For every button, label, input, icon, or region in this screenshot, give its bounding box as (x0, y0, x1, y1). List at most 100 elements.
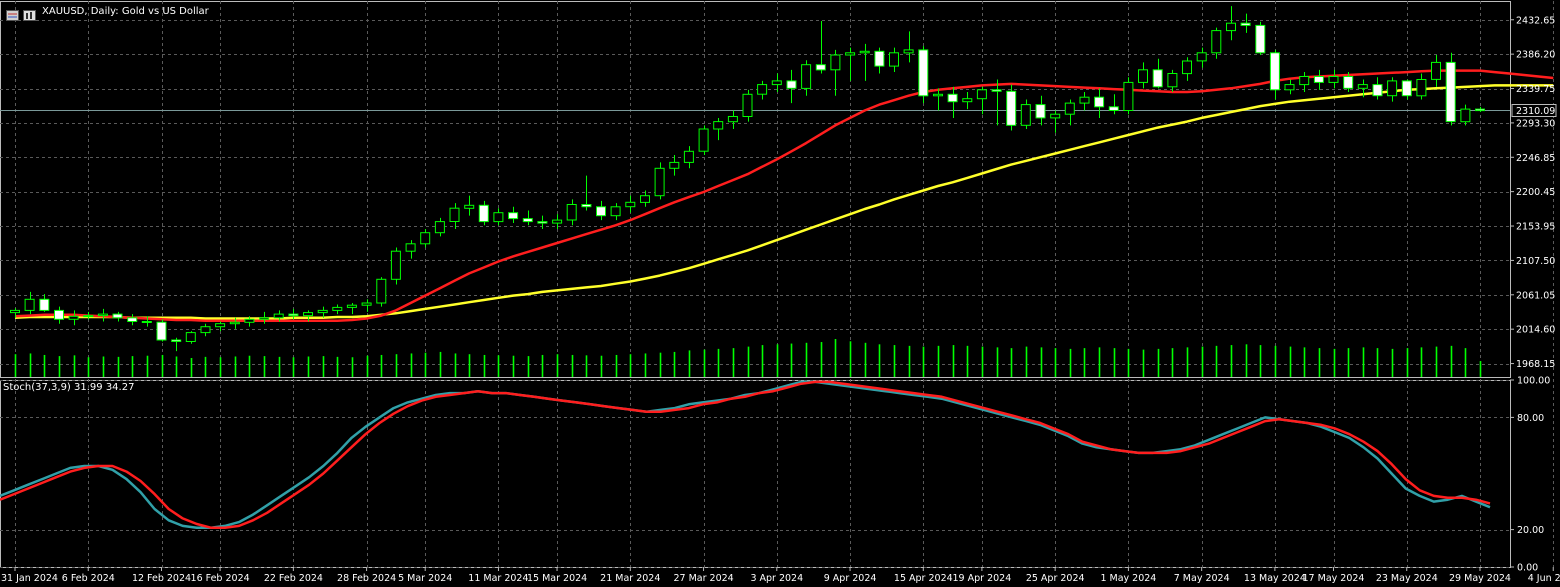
x-tick-label: 5 Mar 2024 (398, 573, 452, 584)
candle-body (1299, 76, 1310, 86)
candle-body (215, 323, 226, 328)
x-tick-label: 12 Feb 2024 (132, 573, 191, 584)
x-tick-label: 28 Feb 2024 (337, 573, 396, 584)
candle-body (112, 313, 123, 319)
candle-body (449, 207, 460, 222)
candle-body (727, 116, 738, 123)
candle-body (1357, 84, 1368, 89)
candle-body (1240, 22, 1251, 26)
candle-body (127, 317, 138, 322)
candle-body (874, 50, 885, 67)
candle-body (420, 232, 431, 245)
x-tick-label: 22 Feb 2024 (264, 573, 323, 584)
x-tick-label: 15 Mar 2024 (527, 573, 587, 584)
candle-body (1372, 84, 1383, 97)
candle-body (1343, 76, 1354, 89)
y-tick-label: 2107.50 (1516, 256, 1555, 267)
y-tick-label: 2153.95 (1516, 222, 1555, 233)
candle-body (713, 121, 724, 130)
x-tick-label: 11 Mar 2024 (468, 573, 528, 584)
candle-body (185, 332, 196, 343)
candle-body (1079, 96, 1090, 104)
candle-body (244, 318, 255, 323)
candle-body (464, 204, 475, 209)
candle-body (1255, 24, 1266, 54)
y-tick-label: 2014.60 (1516, 325, 1555, 336)
candle-body (405, 243, 416, 252)
candle-body (1431, 61, 1441, 80)
candle-body (1064, 102, 1075, 115)
stoch-tick-label: 80.00 (1517, 413, 1544, 424)
candle-body (742, 93, 753, 118)
current-price-label: 2310.09 (1516, 106, 1555, 117)
stoch-tick-label: 0.00 (1517, 563, 1538, 574)
candle-body (317, 309, 328, 314)
candle-body (1387, 80, 1398, 97)
candle-body (1328, 76, 1339, 83)
candle-body (918, 49, 929, 97)
candle-body (683, 150, 694, 163)
candle-body (54, 309, 64, 320)
candle-body (332, 306, 343, 311)
candle-body (669, 161, 680, 169)
candle-body (390, 250, 401, 280)
y-tick-label: 1968.15 (1516, 359, 1555, 370)
candle-body (83, 315, 94, 318)
x-tick-label: 9 Apr 2024 (824, 573, 877, 584)
y-tick-label: 2246.85 (1516, 153, 1555, 164)
stoch-signal-line (0, 380, 1491, 529)
candle-body (376, 278, 387, 304)
candle-body (200, 326, 211, 334)
candle-body (288, 313, 299, 317)
x-tick-label: 23 May 2024 (1376, 573, 1438, 584)
stoch-main-line (0, 380, 1491, 529)
candle-body (625, 201, 636, 208)
candle-body (1196, 52, 1207, 62)
x-tick-label: 7 May 2024 (1174, 573, 1230, 584)
candle-body (654, 167, 665, 197)
chart-canvas[interactable]: 2432.65 2386.20 2339.75 2293.30 2246.85 2200.… (0, 0, 1560, 587)
x-tick-label: 13 May 2024 (1244, 573, 1306, 584)
candle-body (552, 219, 563, 224)
candle-body (815, 64, 826, 71)
candle-body (1020, 104, 1031, 126)
candle-body (303, 312, 313, 317)
x-tick-label: 3 Apr 2024 (750, 573, 803, 584)
candle-body (947, 93, 958, 103)
chart-window-icon[interactable] (6, 6, 19, 21)
ma-slow-line (14, 84, 1554, 320)
y-tick-label: 2293.30 (1516, 118, 1555, 129)
x-tick-label: 31 Jan 2024 (1, 573, 58, 584)
stoch-tick-label: 20.00 (1517, 525, 1544, 536)
x-tick-label: 1 May 2024 (1100, 573, 1156, 584)
candle-body (273, 313, 284, 319)
x-tick-label: 21 Mar 2024 (600, 573, 660, 584)
candle-body (156, 321, 167, 341)
candle-body (259, 317, 270, 320)
candle-body (991, 89, 1002, 92)
candle-body (596, 206, 606, 217)
candle-body (610, 206, 621, 217)
candle-body (537, 221, 548, 224)
stoch-title: Stoch(37,3,9) 31.99 34.27 (3, 382, 135, 393)
x-tick-label: 17 May 2024 (1303, 573, 1365, 584)
candle-body (434, 221, 445, 234)
candle-body (1445, 61, 1456, 123)
candle-body (1167, 73, 1178, 88)
candle-body (1035, 104, 1046, 119)
candle-body (933, 93, 943, 97)
candle-body (859, 50, 870, 54)
x-tick-label: 15 Apr 2024 (894, 573, 953, 584)
candle-body (581, 204, 592, 208)
candle-body (962, 98, 973, 103)
trading-icon[interactable] (23, 6, 36, 21)
candle-body (640, 195, 650, 203)
candle-body (171, 339, 182, 342)
candle-body (1006, 90, 1017, 126)
candle-body (845, 52, 856, 56)
candle-body (830, 54, 841, 71)
x-tick-label: 25 Apr 2024 (1026, 573, 1085, 584)
candle-body (1211, 30, 1222, 54)
candle-body (1152, 69, 1163, 88)
candle-body (39, 298, 50, 311)
